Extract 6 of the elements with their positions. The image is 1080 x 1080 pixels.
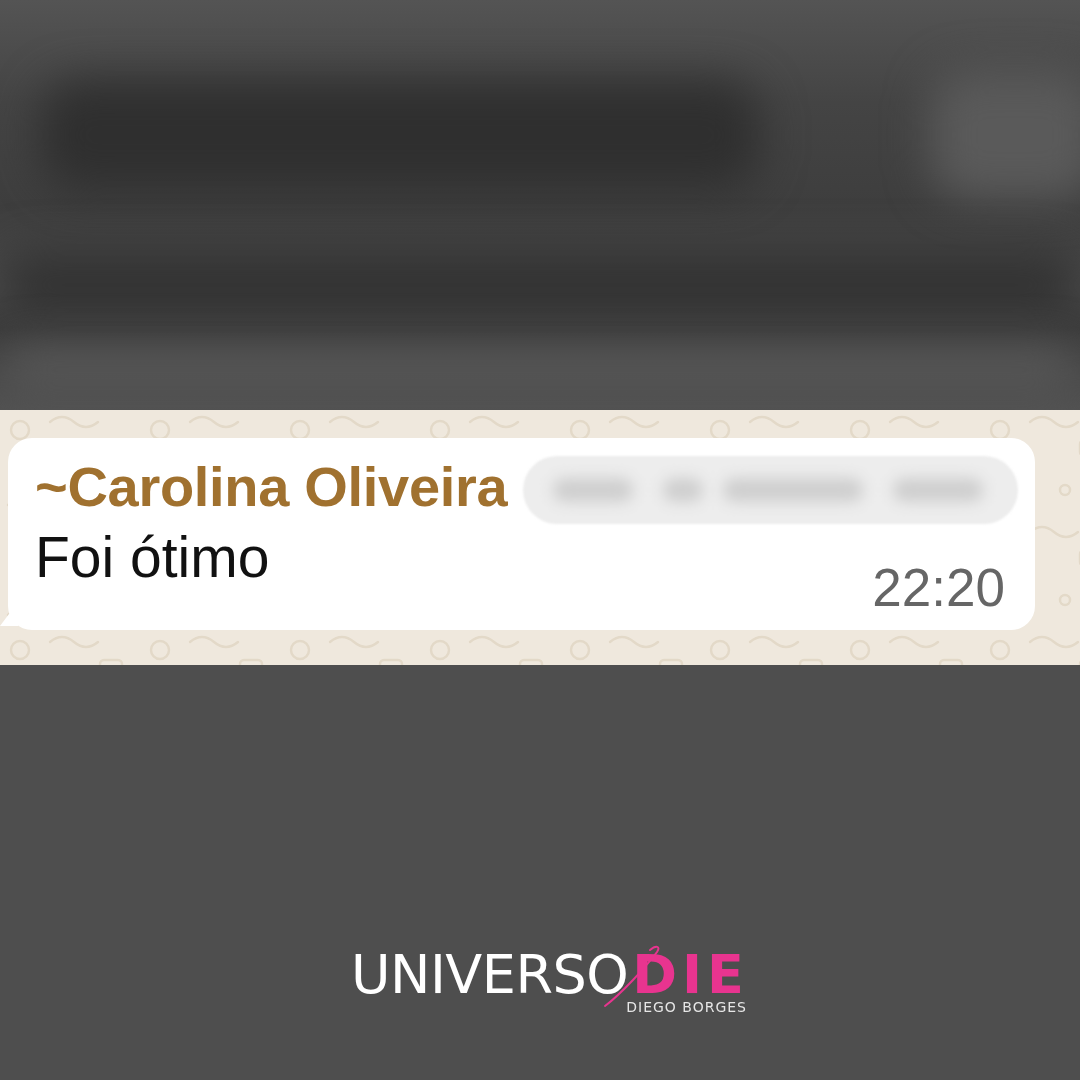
logo-word: UNIVERSO <box>351 954 629 996</box>
sender-name: ~Carolina Oliveira <box>35 457 508 517</box>
message-time: 22:20 <box>872 557 1005 619</box>
logo-word: DIE <box>632 954 749 996</box>
message-text: Foi ótimo <box>35 526 270 588</box>
logo-subtitle: DIEGO BORGES <box>626 1000 747 1014</box>
